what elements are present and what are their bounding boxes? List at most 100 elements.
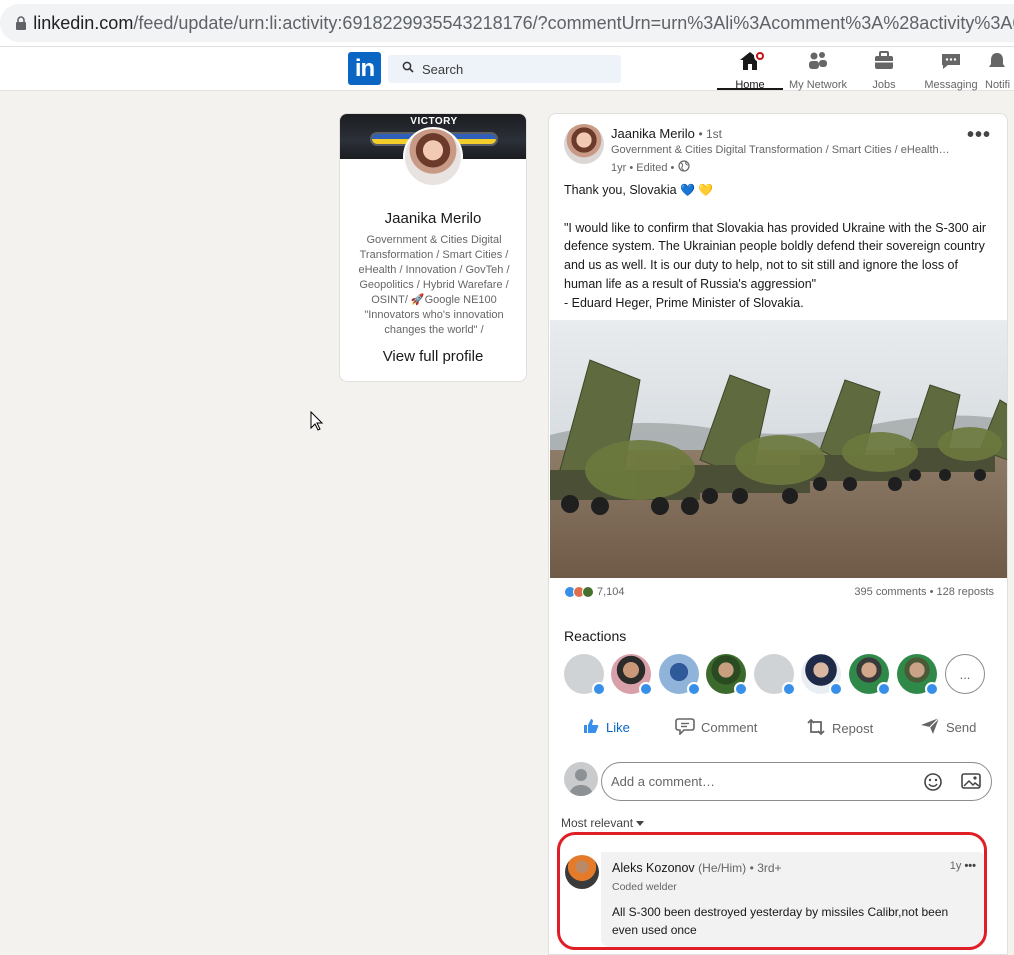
- comment-button[interactable]: Comment: [675, 717, 757, 738]
- profile-avatar[interactable]: [403, 127, 463, 187]
- comment-label: Comment: [701, 720, 758, 735]
- repost-label: Repost: [832, 721, 874, 736]
- caret-down-icon: [635, 816, 645, 830]
- reactor-avatar[interactable]: [849, 654, 891, 696]
- comment-meta: 1y •••: [950, 860, 976, 872]
- like-badge-icon: [877, 682, 891, 696]
- reactors-list: ...: [564, 654, 994, 696]
- nav-notifications[interactable]: Notifi: [985, 50, 1014, 90]
- support-reaction-icon: [582, 586, 594, 598]
- network-icon: [806, 50, 830, 77]
- add-comment-input[interactable]: Add a comment…: [601, 762, 992, 801]
- linkedin-logo[interactable]: in: [348, 52, 381, 85]
- image-upload-icon[interactable]: [961, 772, 981, 795]
- reactor-avatar[interactable]: [659, 654, 701, 696]
- post-timestamp: 1yr • Edited •: [611, 160, 690, 175]
- messaging-icon: [939, 50, 963, 77]
- globe-icon: [678, 160, 690, 175]
- profile-name[interactable]: Jaanika Merilo: [340, 210, 526, 227]
- more-reactors-button[interactable]: ...: [945, 654, 985, 694]
- profile-card: VICTORY Jaanika Merilo Government & Citi…: [339, 113, 527, 382]
- reactor-avatar[interactable]: [897, 654, 939, 696]
- post-author[interactable]: Jaanika Merilo • 1st: [611, 126, 722, 141]
- bell-icon: [985, 50, 1009, 77]
- view-full-profile-link[interactable]: View full profile: [340, 348, 526, 365]
- search-input[interactable]: Search: [388, 55, 621, 83]
- send-icon: [920, 717, 940, 738]
- reactor-avatar[interactable]: [754, 654, 796, 696]
- post-image[interactable]: [550, 320, 1007, 578]
- heart-emojis: 💙 💛: [680, 183, 714, 197]
- current-user-avatar[interactable]: [564, 762, 598, 796]
- commenter-pronouns: (He/Him): [698, 861, 747, 875]
- banner-text: VICTORY: [410, 116, 458, 127]
- commenter-info[interactable]: Aleks Kozonov (He/Him) • 3rd+: [612, 861, 782, 875]
- post-first-line: Thank you, Slovakia: [564, 183, 681, 197]
- send-label: Send: [946, 720, 977, 735]
- reactor-avatar[interactable]: [801, 654, 843, 696]
- nav-home-label: Home: [735, 79, 765, 91]
- feed-post: Jaanika Merilo • 1st Government & Cities…: [548, 113, 1008, 955]
- nav-messaging-label: Messaging: [924, 79, 978, 91]
- connection-degree: • 1st: [698, 127, 722, 141]
- author-name[interactable]: Jaanika Merilo: [611, 126, 695, 141]
- reaction-summary[interactable]: 7,104: [564, 586, 625, 598]
- like-label: Like: [606, 720, 630, 735]
- reaction-count: 7,104: [597, 586, 625, 598]
- profile-headline: Government & Cities Digital Transformati…: [358, 234, 510, 336]
- reactor-avatar[interactable]: [611, 654, 653, 696]
- browser-address-bar: linkedin.com/feed/update/urn:li:activity…: [0, 0, 1014, 47]
- briefcase-icon: [872, 50, 896, 77]
- like-badge-icon: [639, 682, 653, 696]
- post-actions: Like Comment Repost Send: [564, 717, 994, 741]
- nav-messaging[interactable]: Messaging: [920, 50, 982, 91]
- send-button[interactable]: Send: [920, 717, 976, 738]
- post-stats: 7,104 395 comments • 128 reposts: [564, 586, 994, 598]
- like-badge-icon: [925, 682, 939, 696]
- commenter-name[interactable]: Aleks Kozonov: [612, 861, 695, 875]
- author-headline: Government & Cities Digital Transformati…: [611, 144, 950, 156]
- commenter-degree: • 3rd+: [749, 861, 782, 875]
- like-badge-icon: [829, 682, 843, 696]
- reactor-avatar[interactable]: [564, 654, 606, 696]
- post-time-text: 1yr • Edited •: [611, 161, 675, 174]
- comment-sort-dropdown[interactable]: Most relevant: [561, 816, 645, 830]
- like-badge-icon: [687, 682, 701, 696]
- mouse-cursor-icon: [310, 410, 324, 436]
- nav-jobs-label: Jobs: [872, 79, 896, 91]
- lock-icon[interactable]: [8, 16, 33, 30]
- thumbs-up-icon: [582, 717, 600, 738]
- comment-more-options-icon[interactable]: •••: [964, 860, 976, 872]
- comment-item: Aleks Kozonov (He/Him) • 3rd+ 1y ••• Cod…: [601, 852, 986, 947]
- notification-badge: [754, 50, 766, 62]
- comment-text: All S-300 been destroyed yesterday by mi…: [612, 905, 949, 937]
- reactions-heading: Reactions: [564, 628, 627, 644]
- comment-icon: [675, 717, 695, 738]
- top-nav: in Search Home My Network Jobs Messaging: [0, 47, 1014, 91]
- like-badge-icon: [734, 682, 748, 696]
- nav-jobs[interactable]: Jobs: [862, 50, 906, 91]
- nav-notifications-label: Notifi: [985, 79, 1011, 90]
- home-icon: [738, 50, 766, 77]
- commenter-avatar[interactable]: [565, 855, 599, 889]
- nav-home[interactable]: Home: [717, 50, 783, 91]
- reactor-avatar[interactable]: [706, 654, 748, 696]
- nav-my-network[interactable]: My Network: [784, 50, 852, 91]
- url-field[interactable]: linkedin.com/feed/update/urn:li:activity…: [0, 4, 1014, 42]
- search-placeholder: Search: [422, 61, 464, 77]
- repost-button[interactable]: Repost: [806, 717, 873, 740]
- comment-time: 1y: [949, 860, 962, 872]
- comment-placeholder: Add a comment…: [611, 774, 716, 789]
- comments-reposts-count[interactable]: 395 comments • 128 reposts: [854, 586, 994, 598]
- sort-label: Most relevant: [561, 816, 634, 830]
- post-body: "I would like to confirm that Slovakia h…: [564, 220, 987, 310]
- url-text: linkedin.com/feed/update/urn:li:activity…: [33, 12, 1014, 33]
- emoji-icon[interactable]: [923, 772, 943, 797]
- commenter-headline: Coded welder: [612, 881, 677, 893]
- like-badge-icon: [782, 682, 796, 696]
- search-icon: [402, 60, 414, 78]
- post-more-options-icon[interactable]: •••: [967, 124, 991, 147]
- like-button[interactable]: Like: [582, 717, 630, 738]
- author-avatar[interactable]: [564, 124, 604, 164]
- repost-icon: [806, 717, 826, 740]
